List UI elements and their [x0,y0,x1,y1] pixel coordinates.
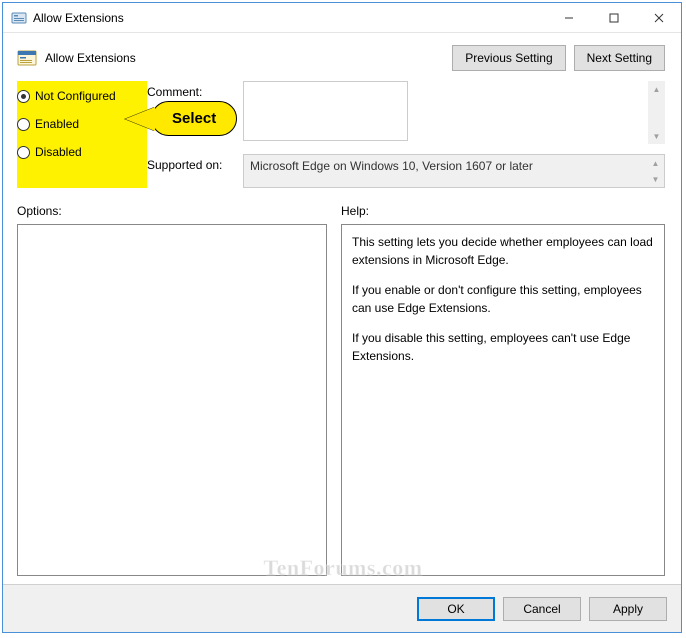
cancel-button[interactable]: Cancel [503,597,581,621]
lower-section: Options: Help: This setting lets you dec… [3,196,681,584]
radio-enabled[interactable]: Enabled [17,115,147,133]
policy-header-icon [17,49,37,67]
help-paragraph: If you disable this setting, employees c… [352,329,654,365]
next-setting-button[interactable]: Next Setting [574,45,665,71]
radio-empty-icon [17,118,30,131]
comment-scrollbar[interactable]: ▲ ▼ [648,81,665,144]
options-label: Options: [17,196,327,224]
titlebar: Allow Extensions [3,3,681,33]
policy-title: Allow Extensions [45,51,444,65]
supported-scrollbar: ▲ ▼ [647,155,664,187]
ok-button[interactable]: OK [417,597,495,621]
help-paragraph: This setting lets you decide whether emp… [352,233,654,269]
options-box [17,224,327,576]
supported-label: Supported on: [147,154,235,188]
help-paragraph: If you enable or don't configure this se… [352,281,654,317]
radio-label: Enabled [35,117,79,131]
apply-button[interactable]: Apply [589,597,667,621]
help-column: Help: This setting lets you decide wheth… [341,196,665,576]
options-column: Options: [17,196,327,576]
fields-column: Comment: ▲ ▼ Supported on: Microsoft Edg… [147,81,665,188]
previous-setting-button[interactable]: Previous Setting [452,45,565,71]
radio-dot-icon [17,90,30,103]
scroll-up-icon: ▲ [647,155,664,171]
scroll-down-icon: ▼ [647,171,664,187]
scroll-up-icon: ▲ [648,81,665,97]
window-title: Allow Extensions [33,11,546,25]
scroll-down-icon: ▼ [648,128,665,144]
gpedit-policy-window: Allow Extensions Allow Extensions Previo… [2,2,682,633]
state-radio-group: Not Configured Enabled Disabled Select [17,81,147,188]
radio-empty-icon [17,146,30,159]
comment-row: Comment: ▲ ▼ [147,81,665,144]
header-row: Allow Extensions Previous Setting Next S… [3,33,681,81]
supported-on-text: Microsoft Edge on Windows 10, Version 16… [243,154,665,188]
supported-value: Microsoft Edge on Windows 10, Version 16… [250,159,533,173]
help-box: This setting lets you decide whether emp… [341,224,665,576]
close-button[interactable] [636,3,681,32]
minimize-button[interactable] [546,3,591,32]
comment-label: Comment: [147,81,235,144]
help-label: Help: [341,196,665,224]
supported-row: Supported on: Microsoft Edge on Windows … [147,154,665,188]
dialog-footer: OK Cancel Apply [3,584,681,632]
maximize-button[interactable] [591,3,636,32]
radio-label: Disabled [35,145,82,159]
radio-label: Not Configured [35,89,116,103]
comment-textarea[interactable] [243,81,408,141]
top-section: Not Configured Enabled Disabled Select C… [3,81,681,196]
radio-not-configured[interactable]: Not Configured [17,87,147,105]
radio-disabled[interactable]: Disabled [17,143,147,161]
policy-icon [11,10,27,26]
